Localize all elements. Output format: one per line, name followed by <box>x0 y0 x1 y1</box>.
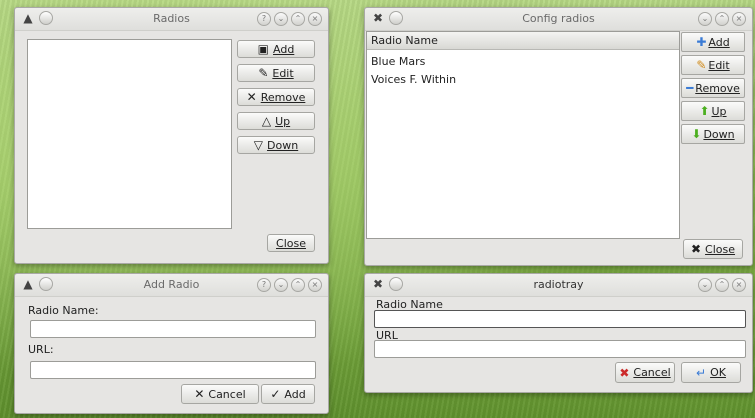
maximize-icon[interactable]: ⌃ <box>715 278 729 292</box>
x-icon: ✕ <box>246 90 257 104</box>
edit-pencil-icon: ✎ <box>696 58 707 72</box>
config-radios-window: ✖ Config radios ⌄ ⌃ × Radio Name Blue Ma… <box>364 7 753 266</box>
table-row[interactable]: Voices F. Within <box>371 71 456 88</box>
add-button[interactable]: ✓ Add <box>261 384 315 404</box>
close-icon[interactable]: × <box>308 12 322 26</box>
radio-name-label: Radio Name: <box>28 304 99 317</box>
cancel-button[interactable]: ✖ Cancel <box>615 362 675 383</box>
url-input[interactable] <box>30 361 316 379</box>
window-title: radiotray <box>533 278 584 291</box>
add-radio-titlebar[interactable]: ▲ Add Radio ? ⌄ ⌃ × <box>15 274 328 297</box>
url-input[interactable] <box>374 340 746 358</box>
plus-icon: ✚ <box>696 35 707 49</box>
maximize-icon[interactable]: ⌃ <box>291 12 305 26</box>
triangle-down-icon: ▽ <box>253 138 264 152</box>
close-icon[interactable]: × <box>732 12 746 26</box>
radio-name-input[interactable] <box>30 320 316 338</box>
url-label: URL: <box>28 343 54 356</box>
down-button[interactable]: ▽ Down <box>237 136 315 154</box>
minimize-icon[interactable]: ⌄ <box>274 278 288 292</box>
ok-arrow-icon: ↵ <box>696 365 707 380</box>
close-icon[interactable]: × <box>308 278 322 292</box>
tools-close-icon: ✖ <box>690 242 702 256</box>
remove-button[interactable]: ━ Remove <box>681 78 745 98</box>
remove-button[interactable]: ✕ Remove <box>237 88 315 106</box>
maximize-icon[interactable]: ⌃ <box>291 278 305 292</box>
minimize-icon[interactable]: ⌄ <box>274 12 288 26</box>
add-radio-window: ▲ Add Radio ? ⌄ ⌃ × Radio Name: URL: ✕ Ca… <box>14 273 329 414</box>
config-titlebar[interactable]: ✖ Config radios ⌄ ⌃ × <box>365 8 752 31</box>
cancel-button[interactable]: ✕ Cancel <box>181 384 259 404</box>
minimize-icon[interactable]: ⌄ <box>698 12 712 26</box>
close-button[interactable]: Close <box>267 234 315 252</box>
close-icon[interactable]: × <box>732 278 746 292</box>
radiotray-window: ✖ radiotray ⌄ ⌃ × Radio Name URL ✖ Cancel… <box>364 273 753 393</box>
x-icon: ✕ <box>194 387 205 401</box>
up-button[interactable]: ⬆ Up <box>681 101 745 121</box>
ok-button[interactable]: ↵ OK <box>681 362 741 383</box>
maximize-icon[interactable]: ⌃ <box>715 12 729 26</box>
side-button-column: ✚ Add ✎ Edit ━ Remove ⬆ Up ⬇ Down <box>681 31 749 144</box>
minus-icon: ━ <box>686 81 694 95</box>
check-icon: ✓ <box>270 387 281 401</box>
arrow-up-icon: ⬆ <box>699 104 710 118</box>
down-button[interactable]: ⬇ Down <box>681 124 745 144</box>
add-button[interactable]: ✚ Add <box>681 32 745 52</box>
radio-table[interactable]: Radio Name Blue Mars Voices F. Within <box>366 31 680 239</box>
arrow-down-icon: ⬇ <box>691 127 702 141</box>
add-doc-icon: ▣ <box>257 42 270 56</box>
window-title: Config radios <box>522 12 595 25</box>
radios-window: ▲ Radios ? ⌄ ⌃ × ▣ Add ✎ Edit ✕ Remove △ Up … <box>14 7 329 264</box>
edit-button[interactable]: ✎ Edit <box>681 55 745 75</box>
close-button[interactable]: ✖ Close <box>683 239 743 259</box>
minimize-icon[interactable]: ⌄ <box>698 278 712 292</box>
table-row[interactable]: Blue Mars <box>371 53 425 70</box>
help-icon[interactable]: ? <box>257 12 271 26</box>
pencil-icon: ✎ <box>258 66 269 80</box>
column-header-radio-name[interactable]: Radio Name <box>367 32 679 50</box>
cancel-icon: ✖ <box>619 365 630 380</box>
add-button[interactable]: ▣ Add <box>237 40 315 58</box>
radiotray-titlebar[interactable]: ✖ radiotray ⌄ ⌃ × <box>365 274 752 297</box>
radios-list[interactable] <box>27 39 232 229</box>
radio-name-input[interactable] <box>374 310 746 328</box>
edit-button[interactable]: ✎ Edit <box>237 64 315 82</box>
help-icon[interactable]: ? <box>257 278 271 292</box>
triangle-up-icon: △ <box>261 114 272 128</box>
radios-titlebar[interactable]: ▲ Radios ? ⌄ ⌃ × <box>15 8 328 31</box>
up-button[interactable]: △ Up <box>237 112 315 130</box>
